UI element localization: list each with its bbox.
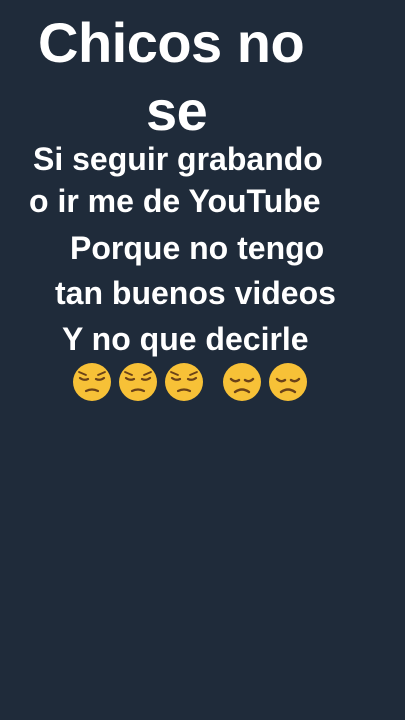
message-line-2: o ir me de YouTube	[29, 183, 321, 219]
title-line-2: se	[146, 79, 208, 142]
title-line-1: Chicos no	[38, 11, 305, 74]
title: Chicos no se	[38, 10, 358, 144]
message-line-3: Porque no tengo	[70, 230, 325, 266]
pensive-face-icon	[119, 363, 157, 401]
message-line-1: Si seguir grabando	[33, 141, 323, 177]
message-line-5: Y no que decirle	[62, 321, 309, 357]
pensive-face-icon	[165, 363, 203, 401]
disappointed-face-icon	[223, 363, 261, 401]
disappointed-face-icon	[269, 363, 307, 401]
pensive-face-icon	[73, 363, 111, 401]
message-line-4: tan buenos videos	[55, 275, 336, 311]
